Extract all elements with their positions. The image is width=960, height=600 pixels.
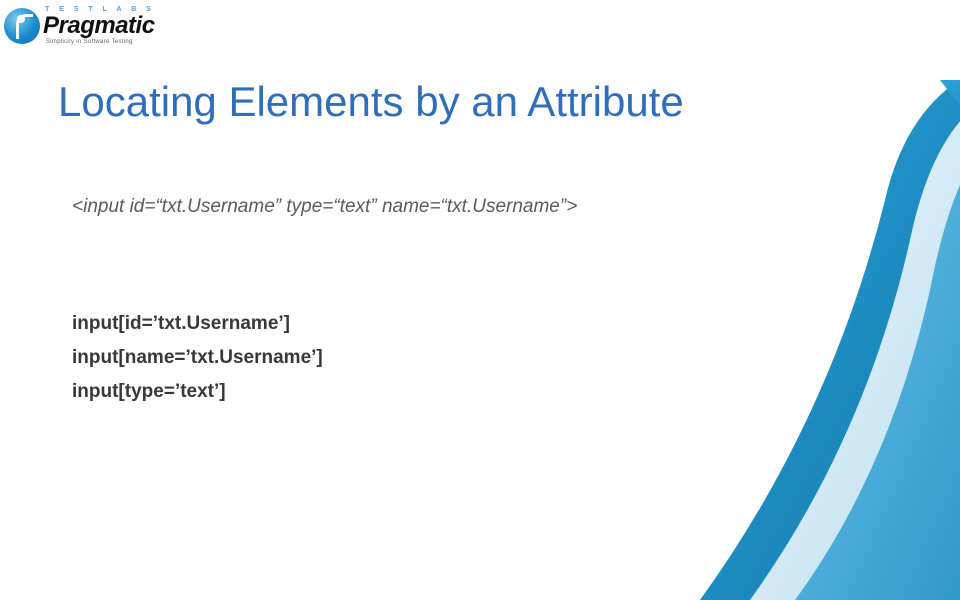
logo-tagline: Simplicity in Software Testing [46, 39, 155, 45]
slide: T E S T L A B S Pragmatic Simplicity in … [0, 0, 960, 540]
logo-icon [4, 8, 40, 44]
logo-brand: Pragmatic [43, 14, 155, 38]
selector-line: input[name=’txt.Username’] [72, 347, 323, 369]
logo-text-block: T E S T L A B S Pragmatic Simplicity in … [43, 6, 155, 45]
logo: T E S T L A B S Pragmatic Simplicity in … [4, 6, 155, 45]
selector-list: input[id=’txt.Username’] input[name=’txt… [72, 313, 323, 403]
slide-title: Locating Elements by an Attribute [58, 78, 684, 126]
selector-line: input[type=’text’] [72, 381, 323, 403]
corner-decoration [580, 80, 960, 600]
selector-line: input[id=’txt.Username’] [72, 313, 323, 335]
html-example: <input id=“txt.Username” type=“text” nam… [72, 196, 577, 218]
